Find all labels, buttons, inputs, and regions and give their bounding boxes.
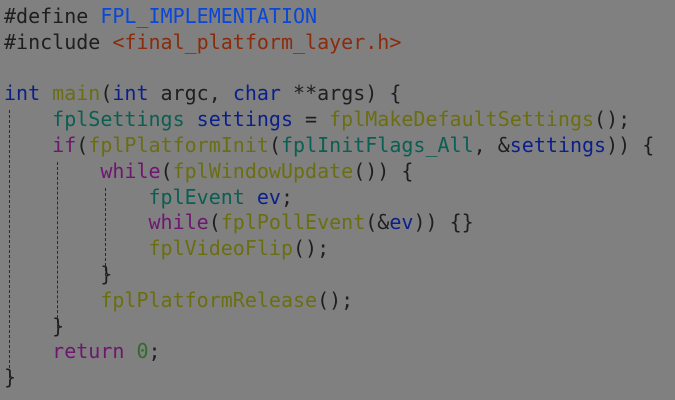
code-editor[interactable]: #define FPL_IMPLEMENTATION #include <fina… bbox=[0, 0, 675, 400]
code-token-punctuation bbox=[4, 339, 52, 363]
code-token-variable: ev bbox=[256, 184, 281, 209]
code-token-preprocessor: #define bbox=[4, 4, 101, 28]
code-token-macro: FPL_IMPLEMENTATION bbox=[100, 4, 318, 28]
code-token-punctuation: , & bbox=[473, 132, 510, 157]
code-token-punctuation bbox=[185, 107, 197, 131]
code-token-punctuation: } bbox=[4, 261, 113, 286]
code-token-punctuation: ( bbox=[76, 132, 89, 157]
code-token-punctuation: (); bbox=[594, 107, 631, 132]
code-token-punctuation: } bbox=[4, 365, 17, 390]
code-token-punctuation bbox=[4, 288, 100, 312]
code-token-punctuation: )) {} bbox=[413, 210, 474, 235]
code-line[interactable]: while(fplPollEvent(&ev)) {} bbox=[4, 210, 654, 236]
code-view[interactable]: #define FPL_IMPLEMENTATION #include <fina… bbox=[4, 4, 654, 391]
code-token-punctuation: (); bbox=[293, 236, 330, 261]
code-token-function: fplPlatformRelease bbox=[100, 287, 318, 312]
code-token-control: while bbox=[100, 158, 161, 183]
code-token-function: fplPlatformInit bbox=[88, 132, 269, 157]
code-token-punctuation: = bbox=[293, 107, 330, 132]
code-token-function: fplWindowUpdate bbox=[172, 158, 354, 183]
code-line[interactable]: if(fplPlatformInit(fplInitFlags_All, &se… bbox=[4, 133, 654, 159]
code-token-variable: settings bbox=[509, 132, 607, 157]
code-token-punctuation bbox=[124, 339, 136, 363]
code-token-punctuation bbox=[4, 159, 100, 183]
code-token-punctuation: ( bbox=[100, 81, 113, 106]
code-token-control: while bbox=[148, 210, 209, 235]
code-token-type: fplEvent bbox=[148, 184, 245, 209]
code-token-keyword-type: int bbox=[112, 81, 149, 106]
code-token-punctuation: argc, bbox=[148, 81, 233, 106]
code-token-punctuation: ; bbox=[280, 184, 294, 209]
code-token-punctuation bbox=[245, 185, 257, 209]
code-line[interactable]: fplEvent ev; bbox=[4, 185, 654, 211]
code-line[interactable]: } bbox=[4, 314, 654, 340]
code-token-keyword-type: char bbox=[232, 81, 281, 106]
code-token-type: fplInitFlags_All bbox=[280, 132, 474, 157]
code-token-control: return bbox=[52, 339, 125, 364]
code-token-punctuation: ()) { bbox=[353, 158, 414, 183]
code-token-function: fplPollEvent bbox=[220, 210, 366, 235]
code-line[interactable]: return 0; bbox=[4, 339, 654, 365]
code-line[interactable]: while(fplWindowUpdate()) { bbox=[4, 159, 654, 185]
code-token-preprocessor: #include bbox=[4, 29, 113, 54]
code-line[interactable]: } bbox=[4, 262, 654, 288]
code-token-variable: settings bbox=[196, 107, 293, 132]
code-token-include-path: <final_platform_layer.h> bbox=[112, 29, 402, 54]
code-token-number: 0 bbox=[136, 339, 149, 364]
code-token-function: main bbox=[52, 81, 101, 106]
code-token-punctuation: ( bbox=[208, 210, 221, 235]
code-line[interactable]: } bbox=[4, 365, 654, 391]
code-token-punctuation: (); bbox=[317, 287, 354, 312]
code-line[interactable] bbox=[4, 56, 654, 82]
code-token-keyword-type: int bbox=[4, 81, 41, 106]
code-token-punctuation bbox=[40, 81, 52, 105]
code-token-punctuation: ( bbox=[268, 132, 281, 157]
code-token-function: fplMakeDefaultSettings bbox=[329, 107, 595, 132]
code-token-punctuation: **args) { bbox=[280, 81, 402, 106]
code-line[interactable]: #define FPL_IMPLEMENTATION bbox=[4, 4, 654, 30]
code-line[interactable]: fplSettings settings = fplMakeDefaultSet… bbox=[4, 107, 654, 133]
code-line[interactable]: fplPlatformRelease(); bbox=[4, 288, 654, 314]
code-token-punctuation bbox=[4, 210, 149, 234]
code-token-punctuation: )) { bbox=[606, 132, 655, 157]
code-token-variable: ev bbox=[389, 210, 414, 235]
code-line[interactable]: int main(int argc, char **args) { bbox=[4, 81, 654, 107]
code-line[interactable]: fplVideoFlip(); bbox=[4, 236, 654, 262]
code-token-type: fplSettings bbox=[52, 107, 185, 132]
code-token-punctuation: } bbox=[4, 313, 65, 338]
code-token-control: if bbox=[52, 132, 77, 157]
code-token-punctuation: ; bbox=[148, 339, 161, 364]
code-token-punctuation bbox=[4, 107, 52, 131]
code-token-function: fplVideoFlip bbox=[148, 236, 294, 261]
code-token-punctuation: ( bbox=[160, 158, 173, 183]
code-token-punctuation bbox=[4, 133, 52, 157]
code-line[interactable]: #include <final_platform_layer.h> bbox=[4, 30, 654, 56]
code-token-punctuation bbox=[4, 185, 149, 209]
code-token-punctuation bbox=[4, 236, 149, 260]
code-token-punctuation: (& bbox=[365, 210, 390, 235]
